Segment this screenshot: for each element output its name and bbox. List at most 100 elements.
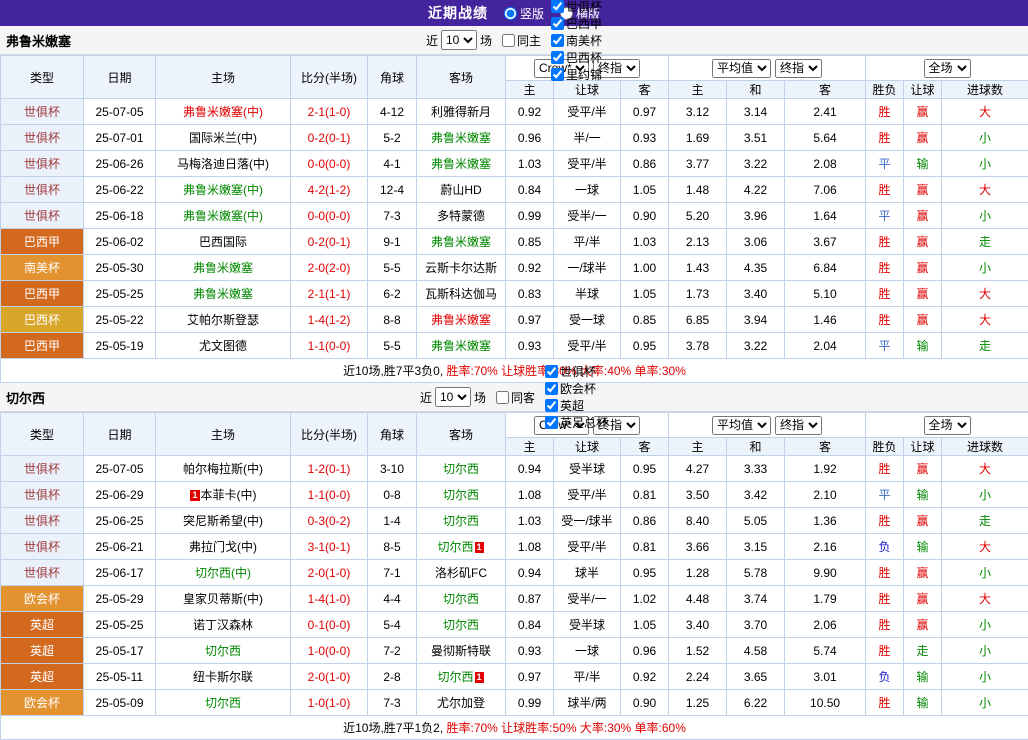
match-score: 2-0(1-0): [291, 560, 368, 586]
euro-avg-select[interactable]: 平均值: [712, 416, 771, 435]
league-checkbox-input[interactable]: [545, 382, 558, 395]
league-filter-巴西甲[interactable]: 巴西甲: [544, 15, 602, 32]
result-wdl: 胜: [866, 255, 904, 281]
league-checkbox-input[interactable]: [545, 399, 558, 412]
euro-avg-select[interactable]: 平均值: [712, 59, 771, 78]
result-wdl: 平: [866, 203, 904, 229]
league-checkbox-input[interactable]: [551, 17, 564, 30]
euro-away-odds: 6.84: [785, 255, 866, 281]
league-filter-里约锦[interactable]: 里约锦: [544, 66, 602, 83]
euro-away-odds: 1.79: [785, 586, 866, 612]
league-filter-世俱杯[interactable]: 世俱杯: [538, 363, 608, 380]
result-handicap: 输: [904, 482, 942, 508]
asia-handicap: 受平/半: [554, 99, 621, 125]
match-date: 25-06-02: [84, 229, 156, 255]
competition-type: 英超: [1, 664, 84, 690]
same-venue-checkbox-input[interactable]: [496, 391, 509, 404]
recent-count-select[interactable]: 10: [441, 30, 477, 50]
result-goals: 大: [942, 534, 1028, 560]
result-wdl: 胜: [866, 456, 904, 482]
league-checkbox-input[interactable]: [551, 68, 564, 81]
home-team: 尤文图德: [156, 333, 291, 359]
euro-home-odds: 1.52: [669, 638, 727, 664]
filters: 近 10 场 同主 世俱杯巴西甲南美杯巴西杯里约锦: [426, 0, 602, 83]
asia-home-odds: 0.99: [506, 203, 554, 229]
same-venue-checkbox[interactable]: 同主: [495, 32, 541, 49]
asia-handicap: 半/一: [554, 125, 621, 151]
league-checkbox-input[interactable]: [545, 416, 558, 429]
league-checkbox-label: 世俱杯: [566, 0, 602, 15]
euro-home-odds: 1.48: [669, 177, 727, 203]
league-checkbox-input[interactable]: [545, 365, 558, 378]
away-team: 弗鲁米嫩塞: [417, 151, 506, 177]
summary-stats: 胜率:70% 让球胜率:50% 大率:30% 单率:60%: [446, 721, 685, 735]
euro-away-odds: 7.06: [785, 177, 866, 203]
euro-time-select[interactable]: 终指: [775, 59, 822, 78]
asia-home-odds: 1.03: [506, 508, 554, 534]
result-wdl: 胜: [866, 586, 904, 612]
result-handicap: 输: [904, 333, 942, 359]
league-filter-世俱杯[interactable]: 世俱杯: [544, 0, 602, 15]
corner-score: 0-8: [368, 482, 417, 508]
match-row: 巴西甲25-05-25弗鲁米嫩塞2-1(1-1)6-2瓦斯科达伽马0.83半球1…: [1, 281, 1028, 307]
league-checkbox-input[interactable]: [551, 51, 564, 64]
competition-type: 世俱杯: [1, 177, 84, 203]
result-handicap: 赢: [904, 125, 942, 151]
asia-handicap: 受半球: [554, 612, 621, 638]
result-wdl: 负: [866, 664, 904, 690]
corner-score: 7-2: [368, 638, 417, 664]
col-euro-home: 主: [669, 81, 727, 99]
match-date: 25-05-29: [84, 586, 156, 612]
home-team: 突尼斯希望(中): [156, 508, 291, 534]
euro-away-odds: 2.41: [785, 99, 866, 125]
home-team: 巴西国际: [156, 229, 291, 255]
match-score: 0-3(0-2): [291, 508, 368, 534]
away-team-label: 弗鲁米嫩塞: [431, 131, 491, 145]
match-score: 4-2(1-2): [291, 177, 368, 203]
col-euro-draw: 和: [727, 438, 785, 456]
match-row: 巴西杯25-05-22艾帕尔斯登瑟1-4(1-2)8-8弗鲁米嫩塞0.97受一球…: [1, 307, 1028, 333]
asia-home-odds: 1.03: [506, 151, 554, 177]
result-wdl: 负: [866, 534, 904, 560]
league-filter-欧会杯[interactable]: 欧会杯: [538, 380, 608, 397]
league-filter-南美杯[interactable]: 南美杯: [544, 32, 602, 49]
corner-score: 3-10: [368, 456, 417, 482]
result-goals: 小: [942, 203, 1028, 229]
league-checkbox-input[interactable]: [551, 34, 564, 47]
away-team: 切尔西1: [417, 664, 506, 690]
match-score: 2-0(2-0): [291, 255, 368, 281]
col-asia-handicap: 让球: [554, 81, 621, 99]
scope-select[interactable]: 全场: [924, 416, 971, 435]
match-score: 2-1(1-0): [291, 99, 368, 125]
euro-home-odds: 1.73: [669, 281, 727, 307]
league-filter-巴西杯[interactable]: 巴西杯: [544, 49, 602, 66]
corner-score: 5-2: [368, 125, 417, 151]
league-filters: 世俱杯欧会杯英超英足总杯: [538, 363, 608, 431]
corner-score: 12-4: [368, 177, 417, 203]
match-row: 欧会杯25-05-09切尔西1-0(1-0)7-3尤尔加登0.99球半/两0.9…: [1, 690, 1028, 716]
matches-table-fluminense: 类型 日期 主场 比分(半场) 角球 客场 Crow*终指 平均值终指 全场 主…: [0, 55, 1028, 383]
competition-type: 世俱杯: [1, 456, 84, 482]
league-checkbox-input[interactable]: [551, 0, 564, 13]
asia-home-odds: 0.96: [506, 125, 554, 151]
asia-away-odds: 0.90: [621, 203, 669, 229]
match-date: 25-06-18: [84, 203, 156, 229]
section-bar: 弗鲁米嫩塞 近 10 场 同主 世俱杯巴西甲南美杯巴西杯里约锦: [0, 26, 1028, 55]
euro-home-odds: 1.69: [669, 125, 727, 151]
section-bar: 切尔西 近 10 场 同客 世俱杯欧会杯英超英足总杯: [0, 383, 1028, 412]
same-venue-checkbox-input[interactable]: [502, 34, 515, 47]
euro-draw-odds: 3.94: [727, 307, 785, 333]
same-venue-label: 同主: [517, 32, 541, 49]
result-handicap: 赢: [904, 508, 942, 534]
match-score: 3-1(0-1): [291, 534, 368, 560]
result-wdl: 胜: [866, 612, 904, 638]
scope-select[interactable]: 全场: [924, 59, 971, 78]
league-filter-英超[interactable]: 英超: [538, 397, 608, 414]
recent-count-select[interactable]: 10: [435, 387, 471, 407]
away-team-label: 弗鲁米嫩塞: [431, 313, 491, 327]
home-team: 弗鲁米嫩塞: [156, 281, 291, 307]
league-filter-英足总杯[interactable]: 英足总杯: [538, 414, 608, 431]
competition-type: 英超: [1, 638, 84, 664]
same-venue-checkbox[interactable]: 同客: [489, 389, 535, 406]
euro-time-select[interactable]: 终指: [775, 416, 822, 435]
